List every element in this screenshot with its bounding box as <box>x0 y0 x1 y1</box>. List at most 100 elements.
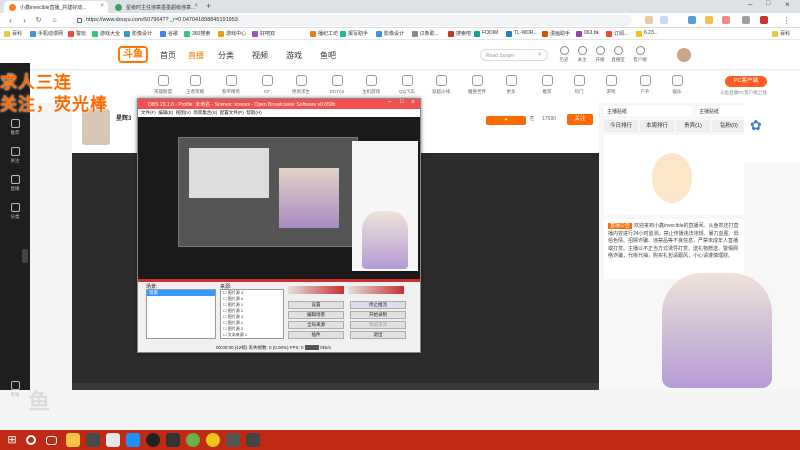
nav-home[interactable]: 首页 <box>160 50 176 61</box>
obs-icon[interactable] <box>146 433 160 447</box>
douyu-logo[interactable]: 斗鱼 <box>118 46 148 63</box>
app-icon[interactable] <box>166 433 180 447</box>
search-icon[interactable] <box>26 435 36 445</box>
forward-icon[interactable]: › <box>20 16 29 25</box>
avatar[interactable] <box>677 48 691 62</box>
menu-help[interactable]: 帮助(H) <box>246 110 261 115</box>
search-icon[interactable]: ⌕ <box>538 51 542 59</box>
extension-icon[interactable] <box>645 16 653 24</box>
category-item[interactable]: 主机游戏 <box>356 75 386 95</box>
sidebar-item-service[interactable]: 客服 <box>0 381 30 398</box>
bookmark-item[interactable]: 游戏大全 <box>92 30 120 38</box>
bookmark-item[interactable]: TL-WDR... <box>506 30 538 38</box>
category-item[interactable]: 户外 <box>630 75 660 95</box>
pc-client-button[interactable]: PC客户端 <box>725 76 767 87</box>
bookmark-item[interactable]: 漫画助手 <box>542 30 570 38</box>
category-item[interactable]: 游戏 <box>596 75 626 95</box>
tab-today-rank[interactable]: 今日排行 <box>604 120 638 132</box>
menu-profile[interactable]: 配置文件(P) <box>220 110 244 115</box>
follow-button[interactable]: 关注 <box>567 114 593 125</box>
close-icon[interactable]: × <box>100 3 104 9</box>
follow-icon[interactable]: 关注 <box>574 46 590 66</box>
edit-scene-button[interactable]: 编辑场景 <box>288 311 344 319</box>
notepad-icon[interactable] <box>106 433 120 447</box>
sidebar-item-live[interactable]: 直播 <box>0 175 30 192</box>
category-item[interactable]: 更多 <box>496 75 526 95</box>
start-icon[interactable]: ⊞ <box>5 433 19 447</box>
nav-games[interactable]: 游戏 <box>286 50 302 61</box>
back-icon[interactable]: ‹ <box>6 16 15 25</box>
obs-maximize-icon[interactable]: □ <box>400 99 404 105</box>
edge-icon[interactable] <box>126 433 140 447</box>
sidebar-item-category[interactable]: 分类 <box>0 203 30 220</box>
tab-week-rank[interactable]: 本周排行 <box>640 120 674 132</box>
sidebar-collapse-handle[interactable] <box>22 249 28 263</box>
obs-window[interactable]: OBS 23.1.0 - Profile: 未命名 - Scenes: scen… <box>137 98 421 353</box>
nav-live[interactable]: 直播 <box>188 50 204 61</box>
menu-edit[interactable]: 编辑(E) <box>158 110 173 115</box>
window-close-icon[interactable]: × <box>785 0 790 9</box>
bookmark-item[interactable]: 报写助手 <box>340 30 368 38</box>
app-icon[interactable] <box>226 433 240 447</box>
bookmark-item[interactable]: 播纪工坊 <box>310 30 338 38</box>
player-controls[interactable] <box>72 383 599 390</box>
sources-list[interactable]: ☐ 图片源 3 ☐ 图片源 4 ☐ 图片源 1 ☐ 图片源 2 ☐ 图片源 3 … <box>220 289 284 339</box>
extension-icon[interactable] <box>760 16 768 24</box>
bookmark-item[interactable]: 6.23... <box>636 30 658 38</box>
category-item[interactable]: CF <box>252 75 282 94</box>
app-icon[interactable] <box>246 433 260 447</box>
sticker-button-1[interactable]: 主播贴纸 <box>604 106 692 116</box>
player-icon[interactable] <box>206 433 220 447</box>
maximize-icon[interactable]: □ <box>766 0 770 7</box>
reload-icon[interactable]: ↻ <box>34 16 43 25</box>
category-item[interactable]: 热门 <box>564 75 594 95</box>
bookmark-item[interactable]: 百科 <box>772 30 790 38</box>
broadcast-icon[interactable]: 开播 <box>592 46 608 66</box>
url-input[interactable]: https://www.douyu.com/507964?? _r=0.0470… <box>72 15 632 26</box>
extension-icon[interactable] <box>660 16 668 24</box>
bookmark-item[interactable]: 警玩 <box>68 30 86 38</box>
gift-button[interactable]: ✦ <box>486 116 526 125</box>
share-link[interactable]: ⎘ <box>530 116 534 122</box>
bookmark-item[interactable]: 游戏中心 <box>218 30 246 38</box>
extension-icon[interactable] <box>722 16 730 24</box>
category-item[interactable]: 和平精英 <box>216 75 246 95</box>
browser-tab[interactable]: 星级时主任违章墨墨超级违章... × <box>110 1 202 13</box>
menu-view[interactable]: 视图(V) <box>176 110 191 115</box>
close-icon[interactable]: × <box>194 3 198 9</box>
bookmark-item[interactable]: 手机动漫网 <box>30 30 63 38</box>
scenes-list[interactable]: 场景 <box>146 289 216 339</box>
scene-item[interactable]: 场景 <box>147 290 215 296</box>
obs-preview[interactable] <box>138 117 420 279</box>
source-item[interactable]: ☐ 文本来源 1 <box>223 332 283 338</box>
preview-stream-button[interactable]: 预览串流 <box>350 321 406 329</box>
bookmark-item[interactable]: 360搜索 <box>184 30 210 38</box>
bookmark-item[interactable]: 影像设计 <box>376 30 404 38</box>
category-item[interactable]: 绝地求生 <box>286 75 316 95</box>
sidebar-item-recommend[interactable]: 推荐 <box>0 119 30 136</box>
bookmark-item[interactable]: (2条助... <box>412 30 439 38</box>
nav-category[interactable]: 分类 <box>218 50 234 61</box>
category-item[interactable]: 娱乐 <box>662 75 692 95</box>
new-tab-icon[interactable]: + <box>206 1 211 11</box>
category-item[interactable]: 王者荣耀 <box>180 75 210 95</box>
extension-icon[interactable] <box>742 16 750 24</box>
category-item[interactable]: 魔兽世界 <box>462 75 492 95</box>
category-item[interactable]: 推荐 <box>532 75 562 95</box>
history-icon[interactable]: 历史 <box>556 46 572 66</box>
obs-close-icon[interactable]: × <box>411 99 415 106</box>
tab-vip[interactable]: 贵宾(1) <box>676 120 710 132</box>
nav-video[interactable]: 视频 <box>252 50 268 61</box>
plugins-button[interactable]: 插件 <box>288 331 344 339</box>
bookmark-item[interactable]: 063.bk <box>576 30 599 38</box>
bookmark-item[interactable]: 谷歌 <box>160 30 178 38</box>
menu-icon[interactable]: ⋮ <box>782 16 791 25</box>
extension-icon[interactable] <box>705 16 713 24</box>
category-item[interactable]: QQ飞车 <box>392 75 422 95</box>
sidebar-item-follow[interactable]: 关注 <box>0 147 30 164</box>
category-item[interactable]: DOTA2 <box>322 75 352 94</box>
explorer-icon[interactable] <box>66 433 80 447</box>
stop-streaming-button[interactable]: 停止推流 <box>350 301 406 309</box>
exit-button[interactable]: 退出 <box>350 331 406 339</box>
taskview-icon[interactable] <box>46 436 57 445</box>
